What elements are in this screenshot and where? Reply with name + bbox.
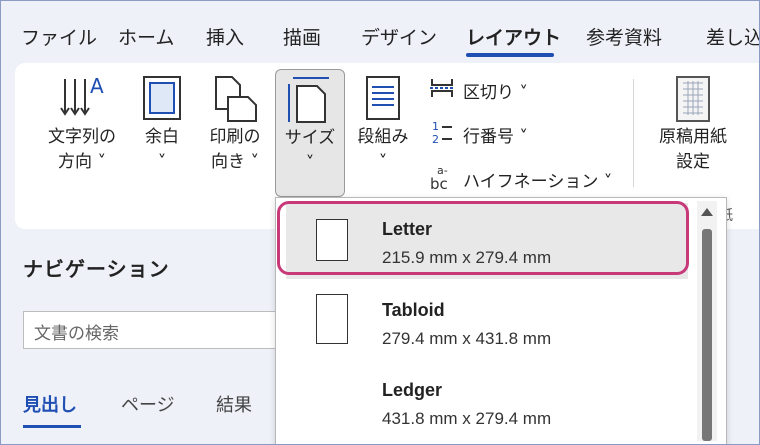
line-numbers-icon: 1 2 xyxy=(429,119,457,150)
ribbon-group-divider xyxy=(633,79,634,187)
scroll-up-arrow-icon[interactable] xyxy=(701,208,713,216)
nav-tab-pages[interactable]: ページ xyxy=(121,391,175,417)
line-numbers-label: 行番号 ˅ xyxy=(463,127,528,147)
tab-file[interactable]: ファイル xyxy=(21,23,97,50)
columns-button[interactable]: 段組み ˅ xyxy=(351,73,415,175)
text-direction-button[interactable]: A 文字列の 方向 ˅ xyxy=(39,73,125,175)
orientation-label-2: 向き ˅ xyxy=(211,152,259,172)
navigation-pane-title: ナビゲーション xyxy=(23,257,170,281)
size-option-tabloid[interactable]: Tabloid 279.4 mm x 431.8 mm xyxy=(286,284,688,360)
columns-icon xyxy=(351,73,415,125)
nav-tab-headings[interactable]: 見出し xyxy=(23,391,77,417)
breaks-label: 区切り ˅ xyxy=(463,83,528,103)
page-size-icon xyxy=(276,74,344,126)
manuscript-label-2: 設定 xyxy=(676,152,710,172)
svg-text:1: 1 xyxy=(432,120,439,133)
breaks-icon xyxy=(429,77,457,104)
size-button[interactable]: サイズ ˅ xyxy=(275,69,345,197)
word-window: ファイル ホーム 挿入 描画 デザイン レイアウト 参考資料 差し込 A 文字列… xyxy=(0,0,760,445)
letter-highlight-outline xyxy=(277,201,689,275)
manuscript-settings-button[interactable]: 原稿用紙 設定 xyxy=(649,73,737,175)
margins-button[interactable]: 余白 ˅ xyxy=(133,73,191,175)
svg-text:bc: bc xyxy=(430,175,448,191)
size-label-2: ˅ xyxy=(305,153,315,173)
orientation-label-1: 印刷の xyxy=(209,127,261,147)
menu-tab-bar: ファイル ホーム 挿入 描画 デザイン レイアウト 参考資料 差し込 xyxy=(1,1,759,59)
svg-text:2: 2 xyxy=(432,133,439,145)
manuscript-paper-icon xyxy=(649,73,737,125)
text-direction-label-1: 文字列の xyxy=(48,127,116,147)
tab-home[interactable]: ホーム xyxy=(118,23,174,50)
scrollbar-thumb[interactable] xyxy=(702,229,712,441)
size-option-ledger[interactable]: Ledger 431.8 mm x 279.4 mm xyxy=(286,364,688,440)
manuscript-label-1: 原稿用紙 xyxy=(659,127,727,147)
size-option-dims: 431.8 mm x 279.4 mm xyxy=(382,409,552,428)
hyphenation-label: ハイフネーション ˅ xyxy=(463,172,613,192)
line-numbers-button[interactable]: 1 2 行番号 ˅ xyxy=(429,119,528,150)
tab-references[interactable]: 参考資料 xyxy=(586,23,662,50)
breaks-button[interactable]: 区切り ˅ xyxy=(429,77,528,104)
tab-design[interactable]: デザイン xyxy=(361,23,437,50)
active-tab-indicator xyxy=(466,53,554,57)
hyphenation-icon: a- bc xyxy=(429,163,457,196)
tab-insert[interactable]: 挿入 xyxy=(206,23,244,50)
orientation-button[interactable]: 印刷の 向き ˅ xyxy=(199,73,271,175)
svg-text:A: A xyxy=(90,74,104,98)
hyphenation-button[interactable]: a- bc ハイフネーション ˅ xyxy=(429,163,612,196)
columns-label-1: 段組み xyxy=(357,127,409,147)
columns-label-2: ˅ xyxy=(378,152,388,172)
text-direction-label-2: 方向 ˅ xyxy=(58,152,106,172)
tabloid-paper-icon xyxy=(316,294,348,344)
size-option-name: Tabloid xyxy=(382,300,445,320)
size-label-1: サイズ xyxy=(284,128,336,148)
margins-label-2: ˅ xyxy=(157,152,167,172)
size-option-dims: 279.4 mm x 431.8 mm xyxy=(382,329,552,348)
nav-tab-results[interactable]: 結果 xyxy=(216,391,252,417)
nav-active-tab-indicator xyxy=(23,425,81,428)
document-search-input[interactable]: 文書の検索 xyxy=(23,311,303,349)
margins-label-1: 余白 xyxy=(145,127,179,147)
text-direction-icon: A xyxy=(39,73,125,125)
tab-mailings[interactable]: 差し込 xyxy=(706,23,759,50)
orientation-icon xyxy=(199,73,271,125)
tab-draw[interactable]: 描画 xyxy=(283,23,321,50)
size-option-name: Ledger xyxy=(382,380,443,400)
tab-layout[interactable]: レイアウト xyxy=(466,23,561,50)
margins-icon xyxy=(133,73,191,125)
